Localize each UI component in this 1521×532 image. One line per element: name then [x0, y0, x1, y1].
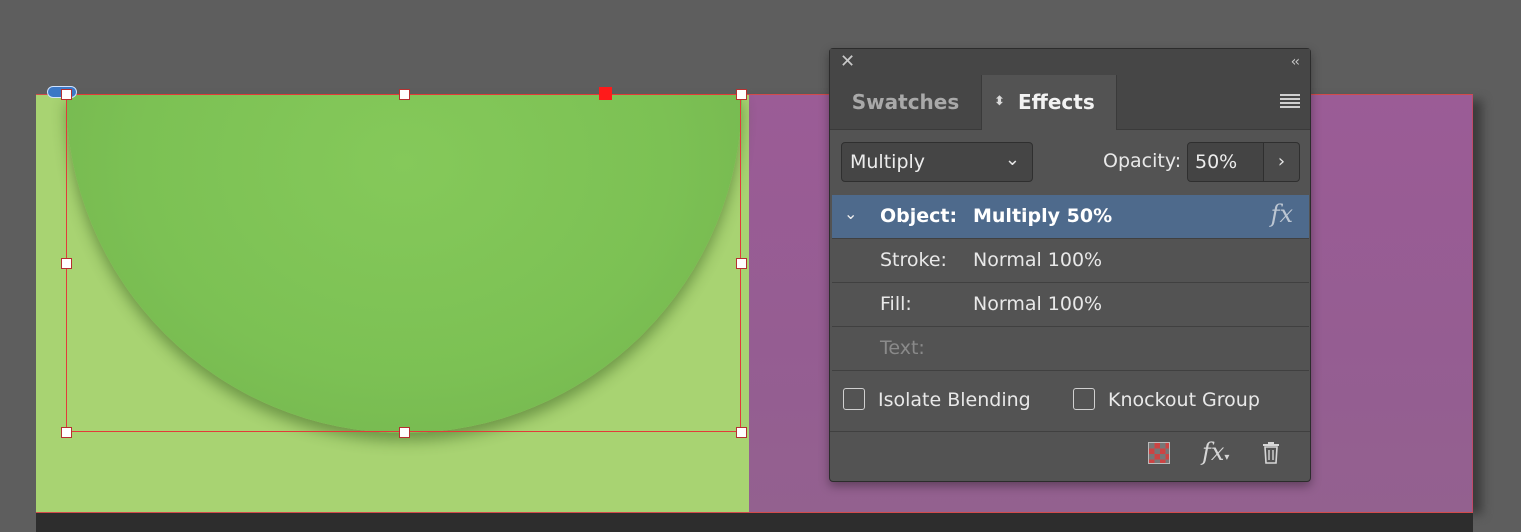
isolate-blending-label: Isolate Blending [878, 389, 1031, 411]
row-fill[interactable]: Fill: Normal 100% [832, 283, 1309, 327]
handle-middle-right[interactable] [736, 258, 747, 269]
fx-icon: fx [1270, 200, 1293, 228]
handle-top-center[interactable] [399, 89, 410, 100]
panel-tabs: Swatches ⬍ Effects [830, 75, 1310, 130]
add-effect-fx-icon[interactable]: fx▾ [1202, 438, 1229, 466]
blend-mode-dropdown[interactable]: Multiply ⌄ [841, 142, 1033, 182]
opacity-value: 50% [1195, 151, 1238, 173]
row-value: Normal 100% [973, 249, 1103, 271]
row-label: Object: [880, 205, 958, 227]
row-label: Fill: [880, 293, 912, 315]
tab-swatches[interactable]: Swatches [830, 75, 982, 129]
disclosure-chevron-icon[interactable]: ⌄ [844, 204, 857, 223]
blend-mode-value: Multiply [850, 151, 926, 173]
row-label: Stroke: [880, 249, 947, 271]
chevron-right-icon: › [1277, 151, 1286, 172]
trash-icon[interactable] [1262, 442, 1280, 464]
clear-effects-icon[interactable] [1148, 442, 1170, 464]
handle-bottom-left[interactable] [61, 427, 72, 438]
effects-target-list: ⌄ Object: Multiply 50% fx Stroke: Normal… [832, 195, 1309, 371]
row-value: Multiply 50% [973, 205, 1113, 227]
chevron-down-icon: ⌄ [1004, 149, 1020, 170]
handle-middle-left[interactable] [61, 258, 72, 269]
row-value: Normal 100% [973, 293, 1103, 315]
row-text[interactable]: Text: [832, 327, 1309, 371]
handle-bottom-right[interactable] [736, 427, 747, 438]
live-corner-handle[interactable] [599, 87, 612, 100]
handle-top-right[interactable] [736, 89, 747, 100]
panel-titlebar[interactable]: ✕ ‹‹ [830, 49, 1310, 76]
close-icon[interactable]: ✕ [840, 51, 855, 73]
knockout-group-checkbox[interactable] [1073, 388, 1095, 410]
effects-panel: ✕ ‹‹ Swatches ⬍ Effects Multiply ⌄ Opaci… [829, 48, 1311, 482]
opacity-input[interactable]: 50% [1187, 142, 1264, 182]
row-label: Text: [880, 337, 925, 359]
collapse-icon[interactable]: ‹‹ [1291, 52, 1300, 72]
panel-menu-icon[interactable] [1280, 94, 1300, 108]
pasteboard-strip [36, 512, 1473, 532]
isolate-blending-checkbox[interactable] [843, 388, 865, 410]
tab-effects[interactable]: ⬍ Effects [982, 75, 1117, 130]
blending-options: Isolate Blending Knockout Group [830, 369, 1310, 432]
tab-effects-label: Effects [1018, 90, 1095, 114]
tab-reorder-icon: ⬍ [994, 94, 1005, 109]
handle-top-left[interactable] [61, 89, 72, 100]
panel-footer: fx▾ [830, 432, 1310, 480]
row-stroke[interactable]: Stroke: Normal 100% [832, 239, 1309, 283]
selection-frame[interactable] [66, 94, 741, 432]
opacity-label: Opacity: [1103, 150, 1182, 172]
row-object[interactable]: ⌄ Object: Multiply 50% fx [832, 195, 1309, 239]
opacity-slider-button[interactable]: › [1264, 142, 1300, 182]
knockout-group-label: Knockout Group [1108, 389, 1260, 411]
handle-bottom-center[interactable] [399, 427, 410, 438]
